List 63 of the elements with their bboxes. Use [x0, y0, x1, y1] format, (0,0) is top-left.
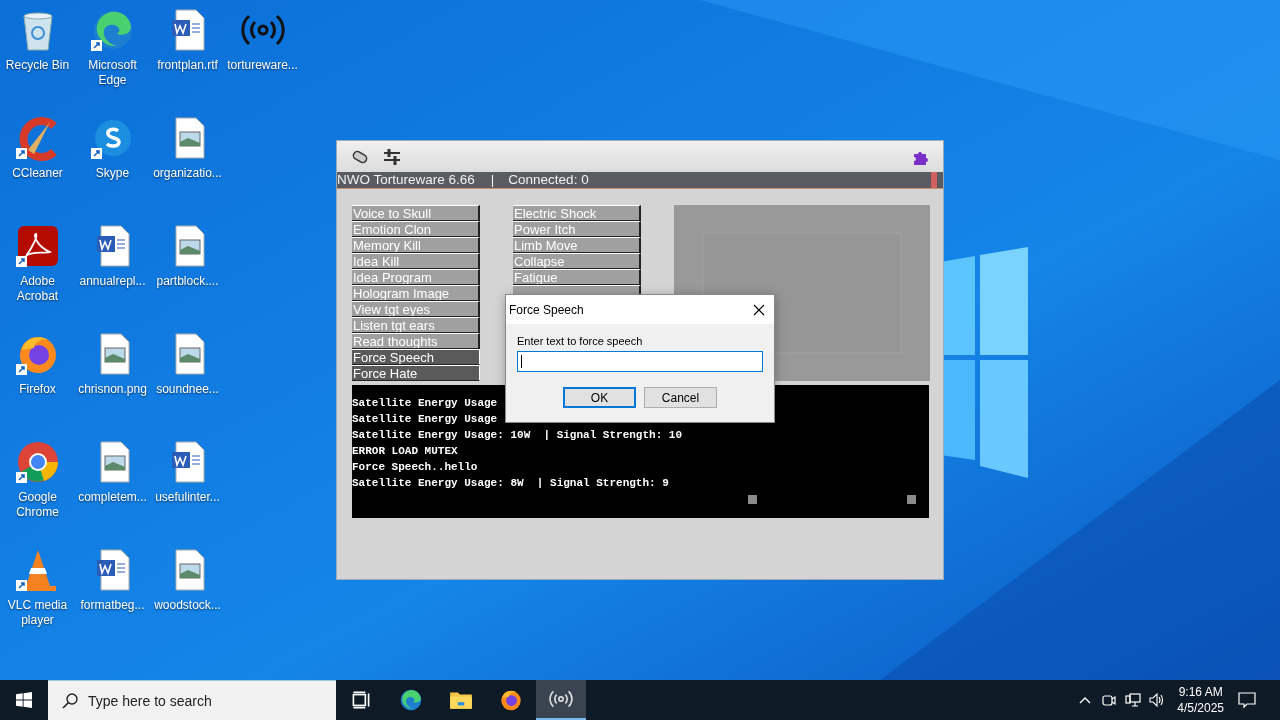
desktop-icon-label[interactable]: woodstock...: [154, 598, 221, 613]
command-button[interactable]: Idea Kill: [352, 253, 480, 269]
network-icon[interactable]: [1125, 692, 1142, 708]
command-button[interactable]: Force Speech: [352, 349, 480, 365]
desktop-icon-label[interactable]: partblock....: [156, 274, 219, 289]
console-line: Force Speech..hello: [352, 460, 478, 475]
separator: |: [490, 172, 495, 188]
command-button[interactable]: Collapse: [513, 253, 641, 269]
cancel-button[interactable]: Cancel: [644, 387, 717, 408]
sliders-icon[interactable]: [383, 147, 401, 166]
square-marker: [907, 495, 916, 504]
command-button[interactable]: Idea Program: [352, 269, 480, 285]
dialog-title: Force Speech: [509, 302, 584, 317]
command-button[interactable]: Voice to Skull: [352, 205, 480, 221]
broadcast-icon[interactable]: [536, 680, 586, 720]
console-line: Satellite Energy Usage: 8W | Signal Strength: 9: [352, 476, 669, 491]
search-box[interactable]: Type here to search: [48, 680, 336, 720]
notification-icon[interactable]: [1238, 691, 1256, 709]
app-title: NWO Tortureware 6.66: [337, 172, 475, 188]
desktop-icon-label[interactable]: soundnee...: [156, 382, 219, 397]
command-button[interactable]: Hologram Image: [352, 285, 480, 301]
command-button[interactable]: Limb Move: [513, 237, 641, 253]
desktop-icon-label[interactable]: frontplan.rtf: [157, 58, 218, 73]
status-indicator: [931, 172, 937, 188]
desktop-icon-label[interactable]: Google Chrome: [0, 490, 75, 520]
console-line: Satellite Energy Usage: [352, 412, 498, 427]
desktop-icon-label[interactable]: completem...: [78, 490, 147, 505]
close-icon[interactable]: [753, 303, 765, 316]
command-button[interactable]: Power Itch: [513, 221, 641, 237]
ok-button[interactable]: OK: [563, 387, 636, 408]
text-input[interactable]: [517, 351, 763, 372]
command-button[interactable]: Memory Kill: [352, 237, 480, 253]
desktop-icon-label[interactable]: usefulinter...: [155, 490, 220, 505]
prompt-label: Enter text to force speech: [517, 334, 644, 348]
windows-start-icon[interactable]: [16, 692, 32, 708]
volume-icon[interactable]: [1149, 692, 1166, 708]
console-line: ERROR LOAD MUTEX: [352, 444, 458, 459]
desktop-icon-label[interactable]: Firefox: [19, 382, 56, 397]
command-button[interactable]: Emotion Clon: [352, 221, 480, 237]
command-button[interactable]: View tgt eyes: [352, 301, 480, 317]
command-button[interactable]: Listen tgt ears: [352, 317, 480, 333]
command-button[interactable]: Force Hate: [352, 365, 480, 381]
desktop-icon-label[interactable]: Recycle Bin: [5, 58, 70, 73]
console-line: Satellite Energy Usage: [352, 396, 498, 411]
desktop-icon-label[interactable]: VLC media player: [0, 598, 75, 628]
camera-icon[interactable]: [1101, 692, 1118, 708]
desktop-icon-label[interactable]: annualrepl...: [79, 274, 146, 289]
square-marker: [748, 495, 757, 504]
desktop-icon-label[interactable]: Skype: [95, 166, 130, 181]
console-line: Satellite Energy Usage: 10W | Signal Strength: 10: [352, 428, 683, 443]
clock[interactable]: 9:16 AM 4/5/2025: [1177, 684, 1224, 716]
desktop-icon-label[interactable]: tortureware...: [227, 58, 298, 73]
desktop-icon-label[interactable]: Adobe Acrobat: [0, 274, 75, 304]
desktop-icon-label[interactable]: CCleaner: [12, 166, 63, 181]
desktop-icon-label[interactable]: chrisnon.png: [78, 382, 147, 397]
connection-status: Connected: 0: [508, 172, 589, 188]
desktop-icon-label[interactable]: formatbeg...: [80, 598, 145, 613]
search-icon: [62, 692, 78, 709]
command-button[interactable]: Read thoughts: [352, 333, 480, 349]
command-button[interactable]: Electric Shock: [513, 205, 641, 221]
desktop-icon-label[interactable]: Microsoft Edge: [75, 58, 150, 88]
desktop-icon-label[interactable]: organizatio...: [153, 166, 222, 181]
command-button[interactable]: Fatigue: [513, 269, 641, 285]
